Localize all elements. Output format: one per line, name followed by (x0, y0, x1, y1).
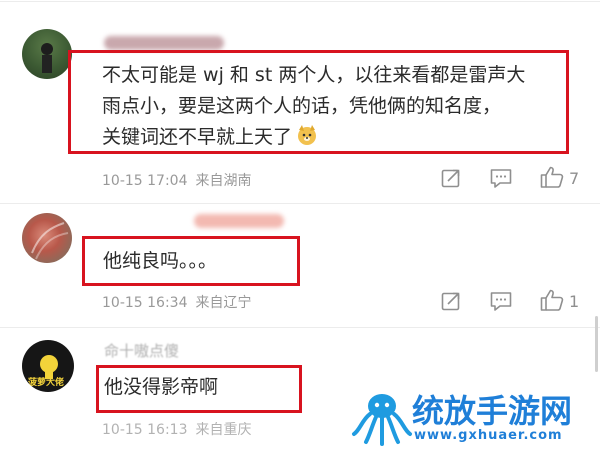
divider (0, 203, 600, 204)
comment-text: 他没得影帝啊 (104, 376, 219, 398)
timestamp: 10-15 17:04 (102, 173, 188, 189)
avatar[interactable] (22, 213, 72, 263)
location: 来自湖南 (195, 173, 252, 189)
username[interactable]: 命十嗷点傻 (104, 340, 179, 361)
like-count: 7 (569, 169, 580, 188)
octopus-logo (352, 394, 412, 446)
timestamp: 10-15 16:13 (102, 422, 188, 438)
avatar-caption: 菠萝大佬 (28, 378, 65, 388)
avatar[interactable]: 菠萝大佬 (22, 340, 74, 392)
like-count: 1 (569, 292, 580, 311)
location: 来自辽宁 (195, 295, 252, 311)
comment-icon[interactable] (489, 290, 513, 316)
doge-emoji (296, 124, 318, 146)
like-icon[interactable] (539, 165, 565, 193)
watermark: 统放手游网 www.gxhuaer.com (350, 380, 600, 451)
avatar[interactable] (22, 29, 72, 79)
divider (0, 327, 600, 328)
username-blurred[interactable] (104, 36, 224, 50)
watermark-url: www.gxhuaer.com (414, 428, 563, 443)
username-blurred[interactable] (194, 214, 284, 228)
like-icon[interactable] (539, 288, 565, 316)
timestamp: 10-15 16:34 (102, 295, 188, 311)
comment-icon[interactable] (489, 167, 513, 193)
location: 来自重庆 (195, 422, 252, 438)
comment-meta: 10-15 16:13 来自重庆 (102, 419, 251, 439)
divider (0, 1, 600, 2)
avatar-figure-icon (41, 43, 53, 73)
repost-icon[interactable] (440, 290, 462, 316)
comment-meta: 10-15 17:04 来自湖南 (102, 170, 251, 190)
watermark-title: 统放手游网 (412, 392, 573, 430)
comment-meta: 10-15 16:34 来自辽宁 (102, 292, 251, 312)
scrollbar[interactable] (595, 316, 598, 372)
repost-icon[interactable] (440, 167, 462, 193)
comment-text: 不太可能是 wj 和 st 两个人，以往来看都是雷声大 雨点小，要是这两个人的话… (102, 64, 526, 148)
comment-text: 他纯良吗。。。 (103, 250, 218, 272)
avatar-figure-icon (31, 222, 69, 260)
